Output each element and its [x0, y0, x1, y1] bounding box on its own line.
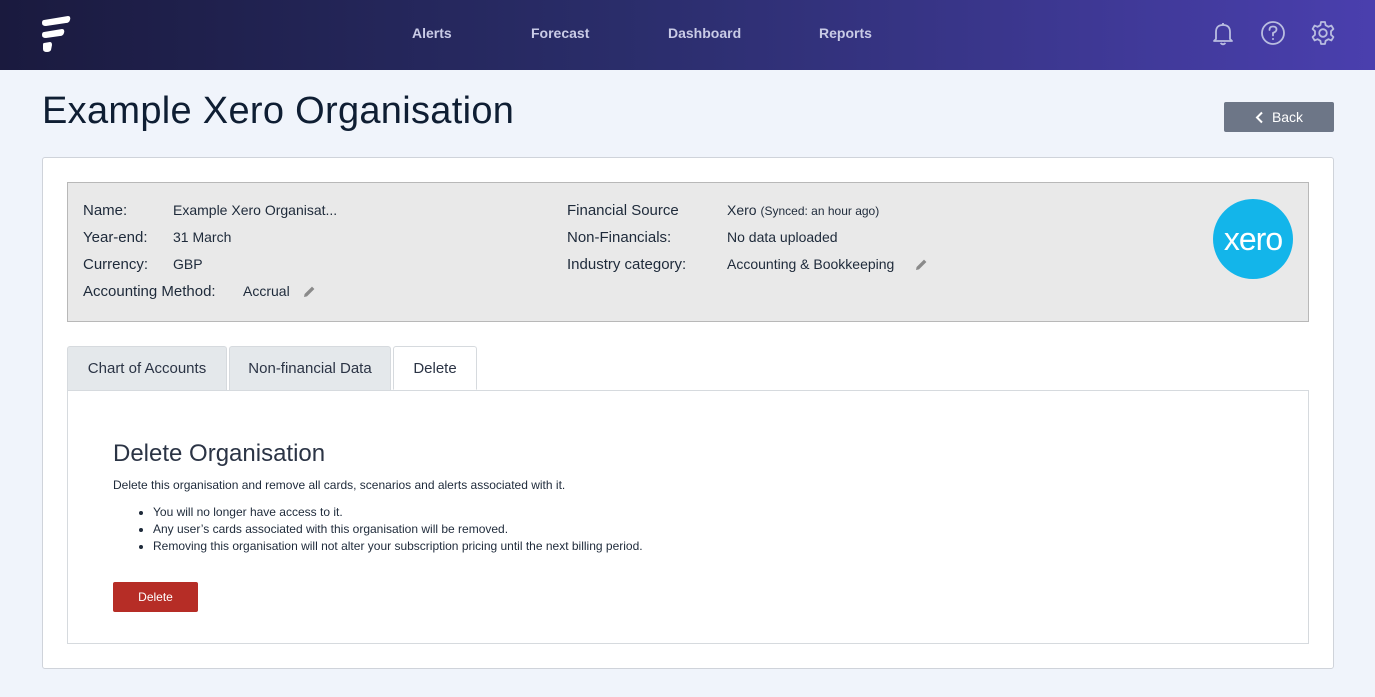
organisation-card: Name: Example Xero Organisat... Year-end…: [42, 157, 1334, 669]
nav-alerts[interactable]: Alerts: [412, 25, 452, 41]
accounting-method-value: Accrual: [243, 283, 290, 299]
list-item: You will no longer have access to it.: [153, 504, 713, 521]
brand-logo-icon[interactable]: [40, 14, 74, 54]
financial-source-name: Xero: [727, 202, 757, 218]
tab-chart-of-accounts[interactable]: Chart of Accounts: [67, 346, 227, 390]
non-financials-label: Non-Financials:: [567, 229, 672, 246]
delete-organisation-button[interactable]: Delete: [113, 582, 198, 612]
nav-dashboard[interactable]: Dashboard: [668, 25, 741, 41]
bell-icon[interactable]: [1210, 20, 1236, 46]
back-button[interactable]: Back: [1224, 102, 1334, 132]
help-icon[interactable]: [1260, 20, 1286, 46]
yearend-label: Year-end:: [83, 229, 148, 246]
page-title: Example Xero Organisation: [42, 90, 515, 132]
currency-label: Currency:: [83, 256, 149, 273]
delete-tab-panel: Delete Organisation Delete this organisa…: [67, 390, 1309, 644]
xero-logo-text: xero: [1223, 220, 1283, 257]
name-value: Example Xero Organisat...: [173, 202, 338, 218]
nav-forecast[interactable]: Forecast: [531, 25, 589, 41]
tab-non-financial-data[interactable]: Non-financial Data: [229, 346, 391, 390]
xero-logo: xero: [1213, 199, 1293, 279]
list-item: Any user’s cards associated with this or…: [153, 521, 713, 538]
yearend-value: 31 March: [173, 229, 232, 245]
industry-category-label: Industry category:: [567, 256, 687, 273]
accounting-method-label: Accounting Method:: [83, 283, 216, 300]
edit-industry-category-pencil-icon[interactable]: [915, 258, 928, 271]
name-label: Name:: [83, 202, 128, 219]
top-navigation-bar: Alerts Forecast Dashboard Reports: [0, 0, 1375, 70]
nav-reports[interactable]: Reports: [819, 25, 872, 41]
delete-section-title: Delete Organisation: [113, 440, 326, 467]
non-financials-value: No data uploaded: [727, 229, 838, 245]
sync-status: (Synced: an hour ago): [760, 204, 880, 218]
organisation-info-panel: Name: Example Xero Organisat... Year-end…: [67, 182, 1309, 322]
delete-section-description: Delete this organisation and remove all …: [113, 478, 566, 492]
gear-icon[interactable]: [1310, 20, 1336, 46]
tab-delete[interactable]: Delete: [393, 346, 477, 390]
list-item: Removing this organisation will not alte…: [153, 538, 713, 555]
financial-source-label: Financial Source: [567, 202, 679, 219]
chevron-left-icon: [1255, 111, 1263, 123]
currency-value: GBP: [173, 256, 203, 272]
delete-consequences-list: You will no longer have access to it. An…: [113, 504, 713, 555]
back-button-label: Back: [1271, 109, 1304, 125]
edit-accounting-method-pencil-icon[interactable]: [303, 285, 316, 298]
industry-category-value: Accounting & Bookkeeping: [727, 256, 895, 272]
financial-source-value: Xero (Synced: an hour ago): [727, 202, 879, 218]
